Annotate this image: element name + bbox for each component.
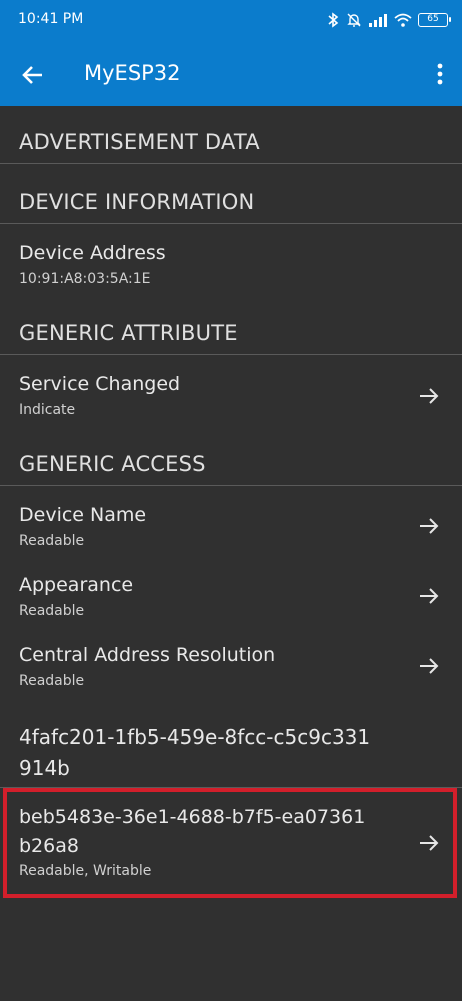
characteristic-properties: Readable [19, 603, 85, 619]
signal-icon [369, 14, 387, 27]
characteristic-name: Service Changed [19, 373, 181, 395]
list-item-appearance[interactable]: Appearance Readable [0, 558, 462, 628]
characteristic-value: 10:91:A8:03:5A:1E [19, 271, 151, 287]
status-bar: 10:41 PM 65 [0, 0, 462, 42]
section-advertisement-data[interactable]: ADVERTISEMENT DATA [0, 108, 462, 164]
app-bar: MyESP32 [0, 42, 462, 106]
page-title: MyESP32 [84, 61, 181, 85]
section-title: ADVERTISEMENT DATA [19, 130, 260, 154]
service-uuid-line2: 914b [19, 756, 70, 780]
bluetooth-icon [328, 12, 339, 28]
arrow-right-icon [420, 588, 439, 604]
characteristic-name: Central Address Resolution [19, 644, 276, 666]
list-item-service-changed[interactable]: Service Changed Indicate [0, 357, 462, 429]
list-item-device-name[interactable]: Device Name Readable [0, 488, 462, 558]
arrow-right-icon [420, 388, 439, 404]
characteristic-name: Device Address [19, 242, 166, 264]
section-title: GENERIC ACCESS [19, 452, 206, 476]
more-vertical-icon[interactable] [436, 63, 444, 85]
section-device-information[interactable]: DEVICE INFORMATION [0, 168, 462, 224]
arrow-back-icon[interactable] [20, 62, 46, 88]
section-title: DEVICE INFORMATION [19, 190, 255, 214]
characteristic-name: Appearance [19, 574, 134, 596]
section-title: GENERIC ATTRIBUTE [19, 321, 238, 345]
status-icons: 65 [326, 11, 451, 29]
service-uuid-line1: 4fafc201-1fb5-459e-8fcc-c5c9c331 [19, 725, 371, 749]
characteristic-properties: Indicate [19, 402, 76, 418]
characteristic-properties: Readable [19, 533, 85, 549]
arrow-right-icon [420, 658, 439, 674]
arrow-right-icon [420, 518, 439, 534]
section-generic-access[interactable]: GENERIC ACCESS [0, 430, 462, 486]
bell-off-icon [347, 13, 361, 27]
list-item-device-address[interactable]: Device Address 10:91:A8:03:5A:1E [0, 226, 462, 298]
characteristic-properties: Readable [19, 673, 85, 689]
status-time: 10:41 PM [18, 11, 84, 27]
list-item-central-address-resolution[interactable]: Central Address Resolution Readable [0, 628, 462, 700]
wifi-icon [394, 13, 412, 27]
section-custom-service[interactable]: 4fafc201-1fb5-459e-8fcc-c5c9c331 914b [0, 710, 462, 788]
battery-icon: 65 [418, 13, 451, 27]
characteristic-name: Device Name [19, 504, 147, 526]
section-generic-attribute[interactable]: GENERIC ATTRIBUTE [0, 299, 462, 355]
highlight-annotation [3, 788, 457, 898]
